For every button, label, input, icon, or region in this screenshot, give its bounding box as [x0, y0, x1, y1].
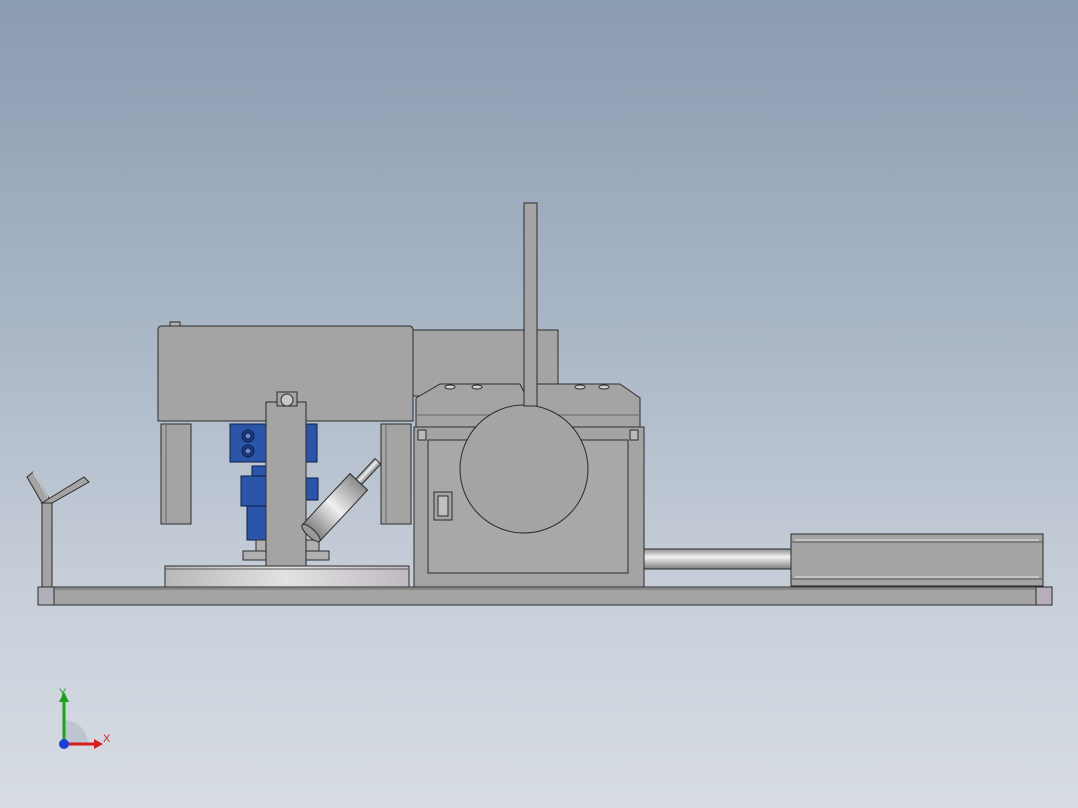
- z-axis-dot: [59, 739, 69, 749]
- axis-triad: Y X: [40, 680, 130, 760]
- center-column: [265, 391, 307, 567]
- guide-rod: [643, 548, 793, 570]
- linear-rail: [790, 533, 1044, 587]
- x-axis-label: X: [103, 733, 111, 745]
- y-axis-label: Y: [59, 687, 67, 699]
- rotary-disc: [164, 565, 410, 588]
- triad-graphic: [59, 692, 103, 749]
- base-plate: [37, 586, 1053, 606]
- cabinet: [413, 404, 645, 588]
- vertical-mast: [523, 202, 538, 407]
- cad-viewport[interactable]: Y X: [0, 0, 1078, 808]
- v-holder: [26, 471, 90, 588]
- machine-model[interactable]: [0, 0, 1078, 808]
